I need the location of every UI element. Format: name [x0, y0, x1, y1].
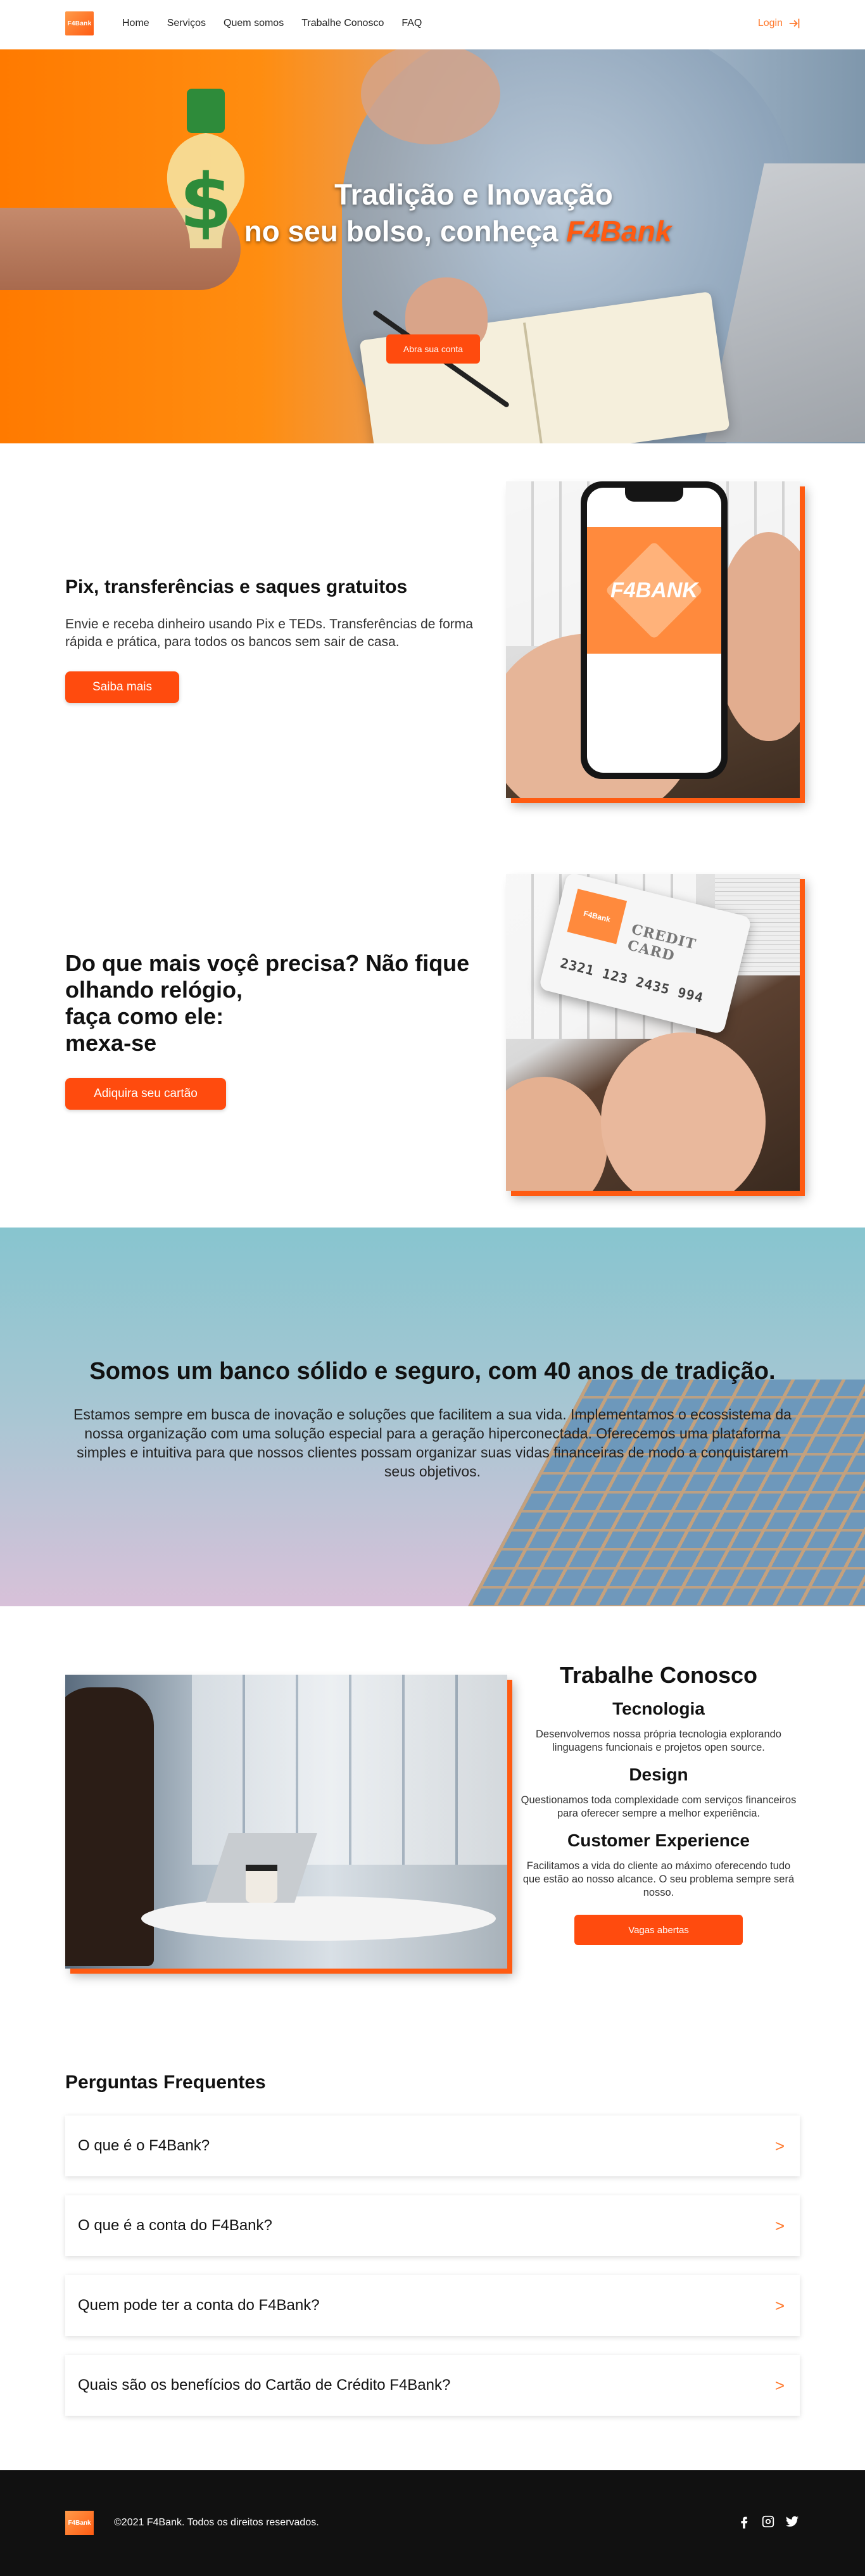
card-section: Do que mais voçê precisa? Não fique olha…: [0, 836, 865, 1228]
work-title: Trabalhe Conosco: [559, 1662, 758, 1688]
faq-question: Quem pode ter a conta do F4Bank?: [78, 2297, 320, 2314]
faq-item[interactable]: Quem pode ter a conta do F4Bank? >: [65, 2275, 800, 2336]
work-text-design: Questionamos toda complexidade com servi…: [521, 1794, 797, 1819]
woman: [65, 1687, 154, 1966]
faq-question: Quais são os benefícios do Cartão de Cré…: [78, 2376, 451, 2394]
smartphone: F4BANK: [581, 481, 728, 779]
faq-list: O que é o F4Bank? > O que é a conta do F…: [65, 2116, 800, 2435]
hero-title-line2: no seu bolso, conheça F4Bank: [0, 213, 865, 250]
work-section: Trabalhe Conosco Tecnologia Desenvolvemo…: [518, 1662, 799, 1945]
table: [141, 1896, 496, 1941]
chevron-right-icon: >: [774, 2216, 785, 2235]
faq-item[interactable]: O que é a conta do F4Bank? >: [65, 2195, 800, 2256]
work-photo: [65, 1675, 507, 1969]
card-title-line4: mexa-se: [65, 1030, 157, 1056]
faq-item[interactable]: O que é o F4Bank? >: [65, 2116, 800, 2176]
main-nav: Home Serviços Quem somos Trabalhe Conosc…: [122, 18, 422, 29]
social-links: [737, 2515, 799, 2528]
faq-question: O que é a conta do F4Bank?: [78, 2217, 272, 2234]
hero-title-prefix: no seu bolso, conheça: [244, 215, 559, 248]
work-text-tecnologia: Desenvolvemos nossa própria tecnologia e…: [536, 1729, 781, 1753]
facebook-icon[interactable]: [737, 2515, 751, 2528]
logo-text: F4Bank: [67, 20, 92, 27]
instagram-icon[interactable]: [761, 2515, 775, 2528]
about-section: Somos um banco sólido e seguro, com 40 a…: [0, 1228, 865, 1606]
nav-trabalhe-conosco[interactable]: Trabalhe Conosco: [301, 18, 384, 29]
footer-logo-text: F4Bank: [68, 2519, 91, 2527]
copyright: ©2021 F4Bank. Todos os direitos reservad…: [114, 2517, 319, 2528]
get-card-button[interactable]: Adiquira seu cartão: [65, 1078, 226, 1110]
card-title-line1: Do que mais voçê precisa? Não fique: [65, 950, 470, 976]
phone-logo: F4BANK: [610, 578, 698, 602]
card-title: Do que mais voçê precisa? Não fique olha…: [65, 950, 469, 1056]
hero-title-brand: F4Bank: [566, 215, 672, 248]
card-title-line3: faça como ele:: [65, 1003, 224, 1029]
credit-card-photo: F4Bank CREDIT CARD 2321 123 2435 994: [506, 874, 800, 1191]
open-positions-button[interactable]: Vagas abertas: [574, 1915, 743, 1945]
open-account-button[interactable]: Abra sua conta: [386, 334, 480, 364]
chevron-right-icon: >: [774, 2375, 785, 2395]
learn-more-button[interactable]: Saiba mais: [65, 671, 179, 703]
nav-quem-somos[interactable]: Quem somos: [224, 18, 284, 29]
faq-title: Perguntas Frequentes: [65, 2072, 266, 2093]
work-heading-customer-experience: Customer Experience: [567, 1830, 750, 1850]
pix-section: Pix, transferências e saques gratuitos E…: [0, 443, 865, 836]
footer-logo[interactable]: F4Bank: [65, 2511, 94, 2535]
about-title: Somos um banco sólido e seguro, com 40 a…: [89, 1358, 776, 1385]
hero-banner: $ Tradição e Inovação no seu bolso, conh…: [0, 49, 865, 443]
nav-home[interactable]: Home: [122, 18, 149, 29]
about-text: Estamos sempre em busca de inovação e so…: [73, 1406, 792, 1480]
nav-faq[interactable]: FAQ: [401, 18, 422, 29]
card-label: CREDIT CARD: [626, 921, 698, 965]
chevron-right-icon: >: [774, 2295, 785, 2315]
chevron-right-icon: >: [774, 2136, 785, 2155]
twitter-icon[interactable]: [785, 2515, 799, 2528]
pix-text: Envie e receba dinheiro usando Pix e TED…: [65, 617, 473, 649]
phone-app-card: F4BANK: [587, 527, 721, 654]
login-icon: [789, 18, 800, 29]
phone-photo: F4BANK: [506, 481, 800, 798]
hero-title: Tradição e Inovação no seu bolso, conheç…: [0, 176, 865, 250]
coffee-cup: [246, 1865, 277, 1903]
hero-title-line1: Tradição e Inovação: [334, 178, 613, 211]
nav-servicos[interactable]: Serviços: [167, 18, 206, 29]
logo[interactable]: F4Bank: [65, 11, 94, 35]
faq-question: O que é o F4Bank?: [78, 2137, 210, 2154]
card-title-line2: olhando relógio,: [65, 977, 243, 1003]
card-logo: F4Bank: [567, 889, 628, 944]
faq-item[interactable]: Quais são os benefícios do Cartão de Cré…: [65, 2355, 800, 2416]
site-footer: F4Bank ©2021 F4Bank. Todos os direitos r…: [0, 2470, 865, 2576]
login-label: Login: [757, 18, 783, 29]
pix-title: Pix, transferências e saques gratuitos: [65, 576, 408, 597]
work-text-customer-experience: Facilitamos a vida do cliente ao máximo …: [522, 1860, 795, 1898]
login-link[interactable]: Login: [758, 16, 802, 30]
work-heading-design: Design: [629, 1765, 688, 1784]
site-header: F4Bank Home Serviços Quem somos Trabalhe…: [0, 0, 865, 49]
work-heading-tecnologia: Tecnologia: [612, 1699, 705, 1718]
